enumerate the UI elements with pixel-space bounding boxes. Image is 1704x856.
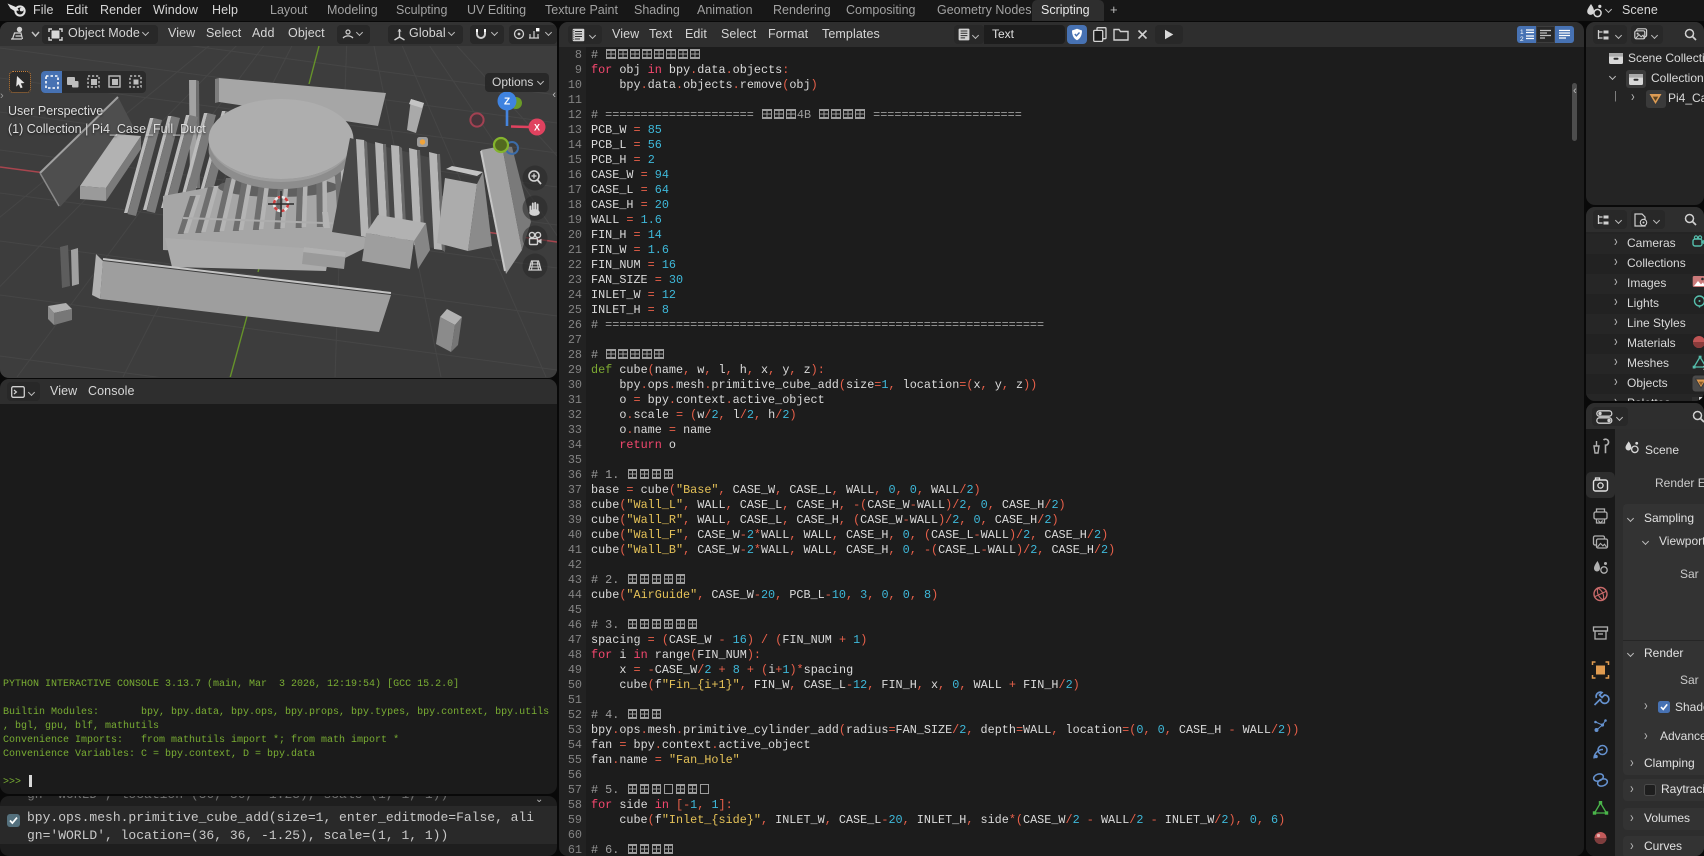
svg-text:›: › xyxy=(0,90,4,102)
svg-text:2: 2 xyxy=(1520,36,1524,41)
svg-text:‹: ‹ xyxy=(552,89,556,101)
svg-text:1: 1 xyxy=(1520,29,1524,36)
svg-text:X: X xyxy=(534,122,540,132)
svg-text:Z: Z xyxy=(504,97,510,108)
